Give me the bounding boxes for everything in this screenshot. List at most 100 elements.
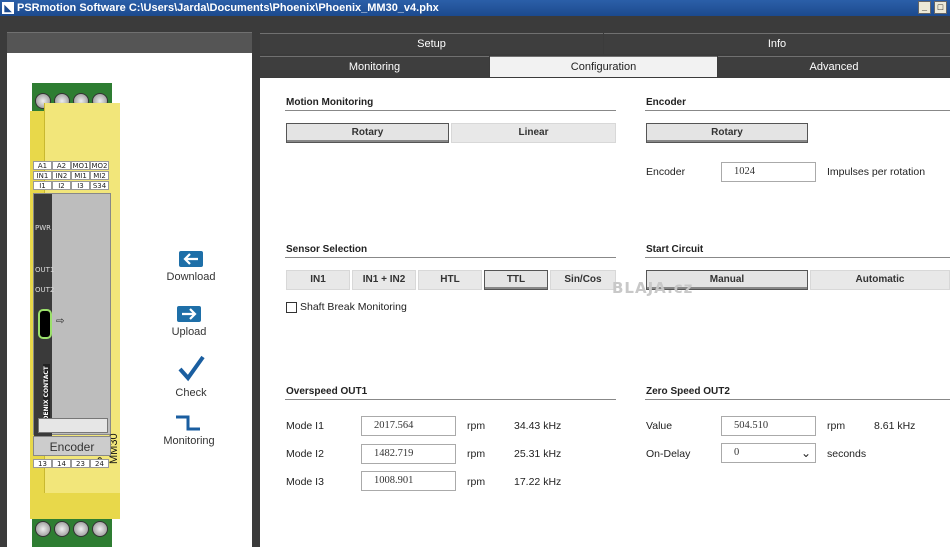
terminal-label: 23 — [71, 459, 90, 468]
mode-i2-input[interactable]: 1482.719 — [361, 444, 456, 464]
motion-monitoring-title: Motion Monitoring — [286, 97, 374, 108]
upload-icon — [177, 306, 201, 322]
title-bar: ◣ PSRmotion Software C:\Users\Jarda\Docu… — [0, 0, 950, 16]
on-delay-unit: seconds — [827, 448, 867, 460]
encoder-input[interactable]: 1024 — [721, 162, 816, 182]
motion-linear-button[interactable]: Linear — [451, 123, 616, 143]
encoder-label: Encoder — [646, 166, 686, 178]
tab-monitoring[interactable]: Monitoring — [260, 56, 489, 77]
terminal-label: I3 — [71, 181, 90, 190]
terminal-label: MO2 — [90, 161, 109, 170]
minimize-button[interactable]: _ — [918, 1, 931, 14]
led-out1-label: OUT1 — [35, 266, 55, 274]
divider — [285, 110, 616, 111]
shaft-break-checkbox[interactable] — [286, 302, 297, 313]
tab-info[interactable]: Info — [604, 33, 950, 54]
mode-i2-frequency: 25.31 kHz — [514, 448, 562, 460]
screw-icon — [73, 521, 89, 537]
check-icon — [178, 355, 205, 382]
device-body: PWR OUT1 OUT2 ⇨ PSR-MM30 PHOENIX CONTACT — [33, 193, 120, 464]
mode-i2-label: Mode I2 — [286, 448, 324, 460]
download-icon — [179, 251, 203, 267]
sensor-in1-in2-button[interactable]: IN1 + IN2 — [352, 270, 416, 290]
monitoring-icon — [176, 415, 200, 431]
usb-symbol-icon: ⇨ — [56, 316, 65, 327]
tab-advanced[interactable]: Advanced — [718, 56, 950, 77]
sensor-sincos-button[interactable]: Sin/Cos — [550, 270, 616, 290]
on-delay-label: On-Delay — [646, 448, 691, 460]
check-label: Check — [175, 387, 207, 399]
on-delay-value: 0 — [734, 447, 740, 458]
terminal-label: 14 — [52, 459, 71, 468]
encoder-module-label: Encoder — [33, 436, 111, 456]
sensor-htl-button[interactable]: HTL — [418, 270, 482, 290]
zero-speed-value-label: Value — [646, 420, 673, 432]
watermark: BLAJA.cz — [612, 279, 694, 297]
monitoring-label: Monitoring — [163, 435, 215, 447]
motion-rotary-button[interactable]: Rotary — [286, 123, 449, 143]
mode-i3-input[interactable]: 1008.901 — [361, 471, 456, 491]
mode-i3-unit: rpm — [467, 476, 486, 488]
screw-icon — [54, 521, 70, 537]
zero-speed-frequency: 8.61 kHz — [874, 420, 916, 432]
tab-setup[interactable]: Setup — [260, 33, 603, 54]
terminal-label: A2 — [52, 161, 71, 170]
sensor-in1-button[interactable]: IN1 — [286, 270, 350, 290]
start-circuit-title: Start Circuit — [646, 244, 704, 255]
encoder-title: Encoder — [646, 97, 687, 108]
maximize-button[interactable]: □ — [934, 1, 947, 14]
mode-i3-frequency: 17.22 kHz — [514, 476, 562, 488]
mode-i3-label: Mode I3 — [286, 476, 324, 488]
shaft-break-label: Shaft Break Monitoring — [300, 301, 407, 313]
download-label: Download — [166, 271, 216, 283]
terminal-label: IN2 — [52, 171, 71, 180]
terminal-label: I1 — [33, 181, 52, 190]
terminal-label: IN1 — [33, 171, 52, 180]
start-automatic-button[interactable]: Automatic — [810, 270, 950, 290]
zero-speed-title: Zero Speed OUT2 — [646, 386, 730, 397]
window-title: PSRmotion Software C:\Users\Jarda\Docume… — [17, 2, 439, 14]
sensor-selection-title: Sensor Selection — [286, 244, 368, 255]
screw-icon — [35, 521, 51, 537]
upload-label: Upload — [171, 326, 207, 338]
terminal-label: 24 — [90, 459, 109, 468]
encoder-unit: Impulses per rotation — [827, 166, 926, 178]
app-logo-icon: ◣ — [2, 2, 14, 14]
terminal-label: S34 — [90, 181, 109, 190]
mode-i1-unit: rpm — [467, 420, 486, 432]
led-pwr-label: PWR — [35, 224, 52, 232]
led-out2-label: OUT2 — [35, 286, 55, 294]
device-image: A1 A2 MO1 MO2 IN1 IN2 MI1 MI2 I1 I2 I3 S… — [22, 83, 120, 547]
terminal-label: MI1 — [71, 171, 90, 180]
sensor-ttl-button[interactable]: TTL — [484, 270, 548, 290]
terminal-label: MO1 — [71, 161, 90, 170]
screw-icon — [92, 521, 108, 537]
zero-speed-unit: rpm — [827, 420, 846, 432]
download-button[interactable]: Download — [156, 250, 226, 283]
on-delay-select[interactable]: 0 ⌄ — [721, 443, 816, 463]
check-button[interactable]: Check — [156, 354, 226, 399]
encoder-rotary-button[interactable]: Rotary — [646, 123, 808, 143]
usb-port-icon — [38, 309, 52, 339]
terminal-label: I2 — [52, 181, 71, 190]
zero-speed-value-input[interactable]: 504.510 — [721, 416, 816, 436]
overspeed-title: Overspeed OUT1 — [286, 386, 368, 397]
device-label-slot — [38, 418, 108, 433]
tab-configuration[interactable]: Configuration — [490, 56, 717, 77]
divider — [285, 399, 616, 400]
divider — [645, 257, 950, 258]
chevron-down-icon: ⌄ — [800, 446, 811, 460]
upload-button[interactable]: Upload — [154, 305, 224, 338]
divider — [285, 257, 616, 258]
divider — [645, 399, 950, 400]
divider — [645, 110, 950, 111]
terminal-label: MI2 — [90, 171, 109, 180]
monitoring-button[interactable]: Monitoring — [154, 414, 224, 447]
mode-i2-unit: rpm — [467, 448, 486, 460]
mode-i1-frequency: 34.43 kHz — [514, 420, 562, 432]
terminal-label: 13 — [33, 459, 52, 468]
terminal-label: A1 — [33, 161, 52, 170]
sidebar-header — [7, 32, 252, 53]
mode-i1-label: Mode I1 — [286, 420, 324, 432]
mode-i1-input[interactable]: 2017.564 — [361, 416, 456, 436]
